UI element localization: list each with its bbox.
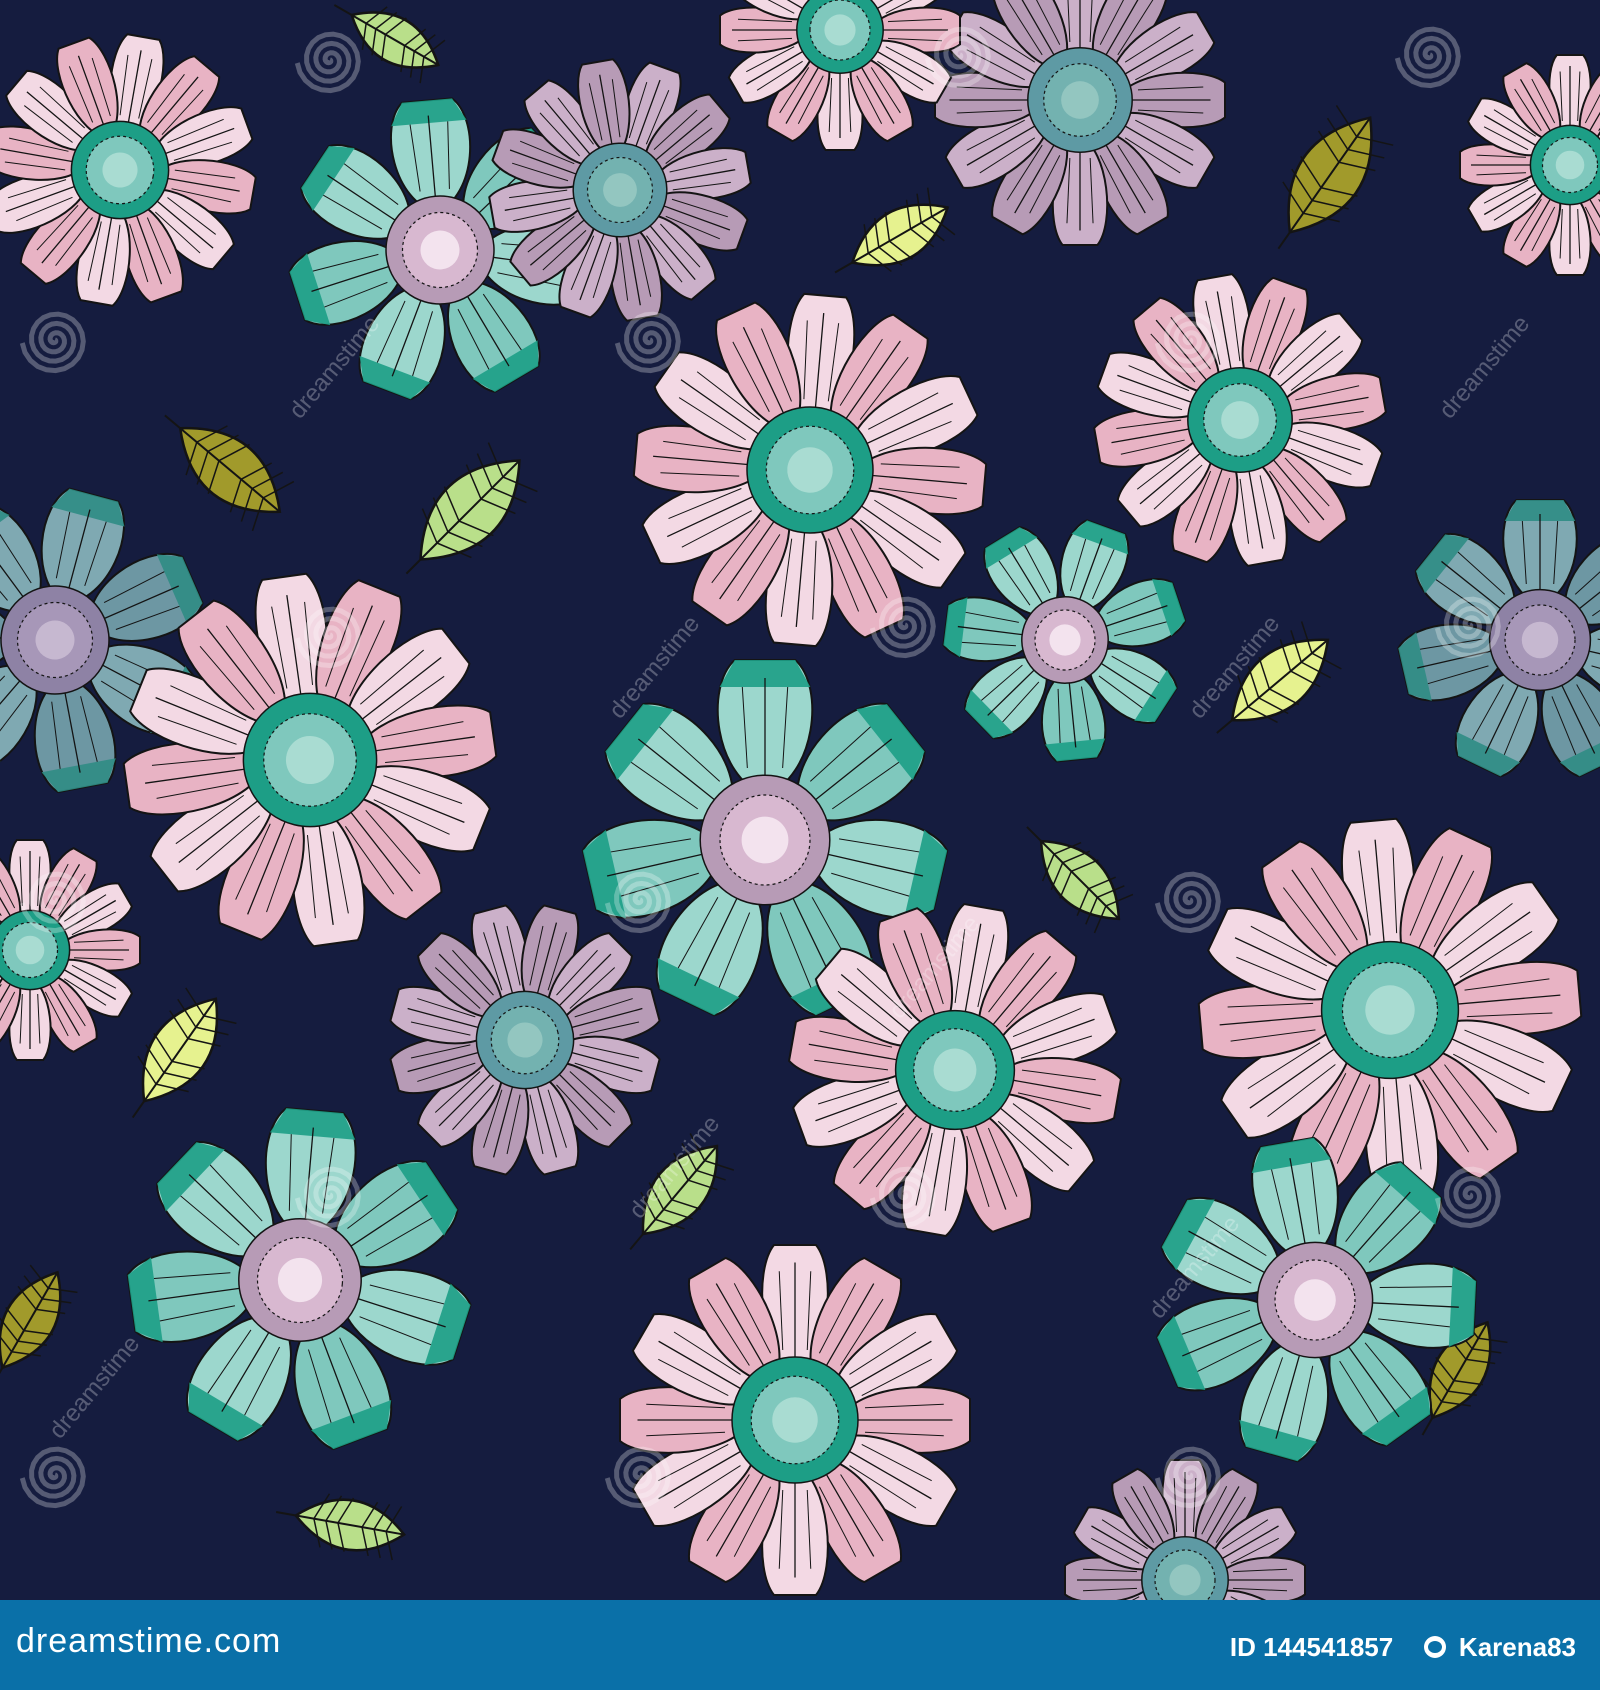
dreamstime-logo[interactable]: dreamstime.com	[16, 1622, 281, 1661]
floral-pattern-svg: dreamstimedreamstimedreamstimedreamstime…	[0, 0, 1600, 1600]
flower-shape	[1064, 1459, 1306, 1600]
watermark-text: dreamstime	[1434, 310, 1535, 423]
flower-shape	[0, 839, 141, 1061]
spiral-icon	[19, 1446, 86, 1509]
leaf-shape	[834, 187, 956, 274]
stock-image-page: dreamstime dreamstime dreamstime dreamstime…	[0, 0, 1600, 1690]
spiral-icon	[294, 31, 361, 94]
leaf-shape	[164, 414, 295, 532]
spiral-icon	[1434, 1166, 1501, 1229]
spiral-icon	[1154, 871, 1221, 934]
watermark-text: dreamstime	[44, 1330, 145, 1443]
footer-bar: dreamstime.com ID 144541857 Karena83	[0, 1600, 1600, 1690]
leaf-shape	[1026, 826, 1134, 934]
author-name[interactable]: Karena83	[1459, 1632, 1576, 1663]
leaf-shape	[275, 1493, 407, 1561]
flower-shape	[1459, 54, 1600, 276]
leaf-shape	[1277, 105, 1394, 250]
flower-shape	[1197, 817, 1583, 1203]
spiral-icon	[1394, 26, 1461, 89]
image-meta: ID 144541857 Karena83	[1230, 1630, 1576, 1663]
leaf-shape	[0, 1264, 78, 1386]
flower-shape	[389, 904, 661, 1176]
spiral-icon	[604, 1446, 671, 1509]
floral-pattern-illustration: dreamstime dreamstime dreamstime dreamstime…	[0, 0, 1600, 1600]
flower-shape	[619, 1244, 971, 1596]
flower-shape	[1397, 499, 1600, 778]
flower-shape	[126, 1107, 472, 1451]
leaf-shape	[131, 987, 237, 1119]
image-id: ID 144541857	[1229, 1631, 1394, 1662]
spiral-icon	[1154, 1446, 1221, 1509]
spiral-icon	[614, 311, 681, 374]
flower-shape	[719, 0, 961, 151]
author-avatar-icon	[1423, 1636, 1446, 1659]
leaf-shape	[405, 442, 538, 575]
flower-shape	[0, 33, 257, 307]
spiral-icon	[19, 311, 86, 374]
